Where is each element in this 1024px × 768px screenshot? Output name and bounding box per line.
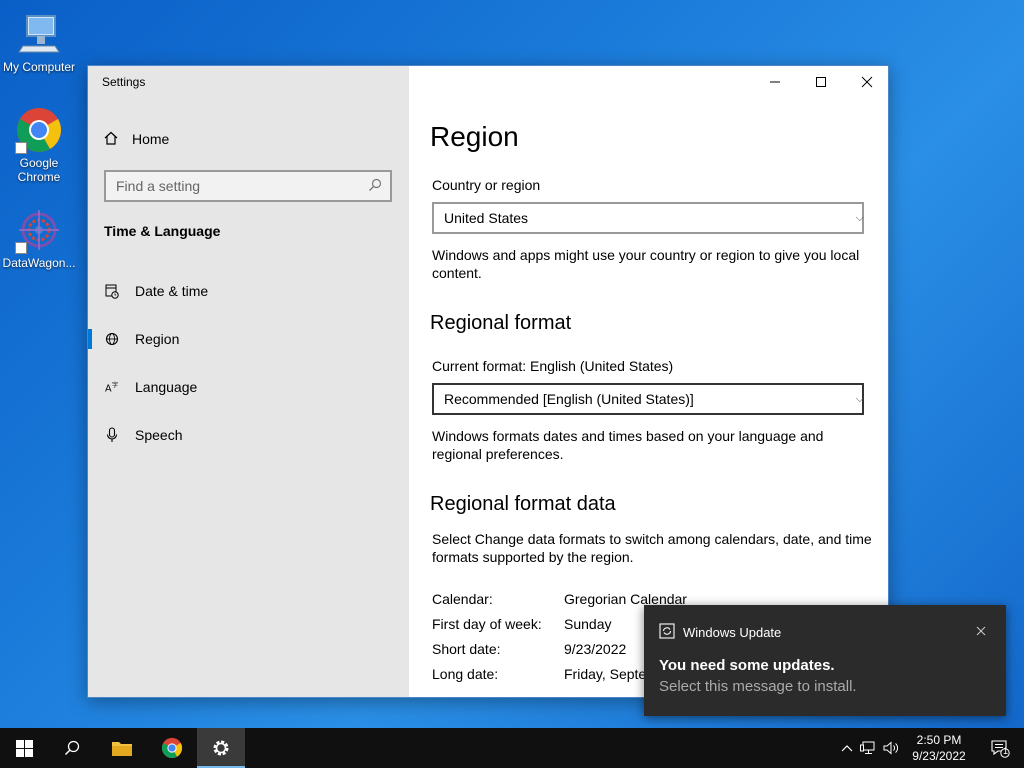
sidebar-item-home[interactable]: Home [104,128,169,150]
sidebar-item-label: Language [135,379,198,395]
country-dropdown[interactable]: United States ⌵ [432,202,864,234]
regional-format-heading: Regional format [430,312,572,334]
sidebar-item-date-time[interactable]: Date & time [88,271,409,311]
close-icon [861,76,873,88]
toast-header: Windows Update [659,623,781,642]
desktop-icon-label: DataWagon... [2,256,76,270]
section-title: Time & Language [104,223,221,239]
taskbar-settings[interactable] [197,728,245,768]
microphone-icon [105,427,119,443]
regional-format-value: Recommended [English (United States)] [444,391,694,407]
windows-update-toast[interactable]: Windows Update You need some updates. Se… [644,605,1006,716]
sidebar-item-label: Speech [135,427,183,443]
toast-close-button[interactable] [976,623,986,639]
sidebar: Settings Home Find a setting Time & Lang… [88,66,409,697]
minimize-button[interactable] [752,66,798,98]
desktop-icon-datawagon[interactable]: DataWagon... [0,206,78,270]
page-title: Region [430,121,519,152]
start-button[interactable] [0,728,48,768]
calendar-clock-icon [105,283,119,299]
svg-text:A: A [105,383,112,394]
sidebar-item-label: Region [135,331,180,347]
data-row-short-date: Short date: 9/23/2022 [432,641,626,661]
chevron-down-icon: ⌵ [855,211,864,224]
regional-format-description: Windows formats dates and times based on… [432,428,824,462]
globe-icon [105,331,119,347]
taskbar-chrome[interactable] [148,728,196,768]
chevron-up-icon[interactable] [838,744,856,752]
windows-logo-icon [15,739,33,757]
toast-body: Select this message to install. [659,678,857,695]
country-description: Windows and apps might use your country … [432,247,860,281]
minimize-icon [770,81,780,83]
data-key: First day of week: [432,616,542,632]
search-input[interactable]: Find a setting [104,170,392,202]
search-placeholder: Find a setting [116,178,201,194]
close-button[interactable] [844,66,888,98]
folder-icon [112,742,132,756]
computer-icon [15,10,63,58]
sidebar-home-label: Home [132,131,170,147]
data-value: 9/23/2022 [564,641,627,657]
close-icon [976,626,986,636]
settings-window: Settings Home Find a setting Time & Lang… [87,65,889,698]
desktop-icon-my-computer[interactable]: My Computer [0,10,78,74]
main-pane: Region Country or region United States ⌵… [409,66,888,697]
desktop-icon-label: Google Chrome [17,156,61,184]
network-icon[interactable] [856,741,880,755]
clock-date: 9/23/2022 [912,749,966,763]
maximize-icon [816,77,826,87]
toast-app-name: Windows Update [683,625,782,640]
update-icon [659,623,675,642]
maximize-button[interactable] [798,66,844,98]
sidebar-item-label: Date & time [135,283,209,299]
chevron-down-icon: ⌵ [855,392,864,405]
sidebar-item-speech[interactable]: Speech [88,415,409,455]
language-icon: A字 [105,379,119,395]
sidebar-item-region[interactable]: Region [88,319,409,359]
sidebar-item-language[interactable]: A字 Language [88,367,409,407]
search-icon [64,740,80,756]
search-icon [368,178,382,195]
desktop-icon-label: My Computer [2,60,76,74]
country-label: Country or region [432,177,541,193]
volume-icon[interactable] [880,741,902,755]
country-value: United States [444,210,529,226]
chrome-icon [161,737,183,759]
data-row-first-day: First day of week: Sunday [432,616,611,636]
toast-title: You need some updates. [659,657,835,674]
taskbar-search-button[interactable] [48,728,96,768]
current-format-label: Current format: English (United States) [432,358,674,374]
taskbar: 2:50 PM 9/23/2022 1 [0,728,1024,768]
clock-time: 2:50 PM [916,733,962,747]
desktop-icon-google-chrome[interactable]: Google Chrome [0,106,78,184]
shortcut-arrow-icon [15,242,27,254]
svg-text:字: 字 [112,381,118,389]
data-value: Friday, Septe [564,666,647,682]
data-row-long-date: Long date: Friday, Septe [432,666,646,686]
data-key: Long date: [432,666,499,682]
regional-format-data-heading: Regional format data [430,493,616,515]
regional-format-data-description: Select Change data formats to switch amo… [432,531,872,565]
notification-count: 1 [1003,746,1009,756]
chrome-icon [15,106,63,154]
window-title: Settings [102,75,146,89]
data-key: Calendar: [432,591,493,607]
taskbar-file-explorer[interactable] [98,728,146,768]
data-key: Short date: [432,641,501,657]
taskbar-clock[interactable]: 2:50 PM 9/23/2022 [904,732,974,764]
datawagon-icon [15,206,63,254]
action-center-button[interactable]: 1 [976,728,1024,768]
home-icon [104,131,118,148]
shortcut-arrow-icon [15,142,27,154]
data-value: Sunday [564,616,612,632]
regional-format-dropdown[interactable]: Recommended [English (United States)] ⌵ [432,383,864,415]
system-tray [838,728,902,768]
gear-icon [213,740,229,756]
